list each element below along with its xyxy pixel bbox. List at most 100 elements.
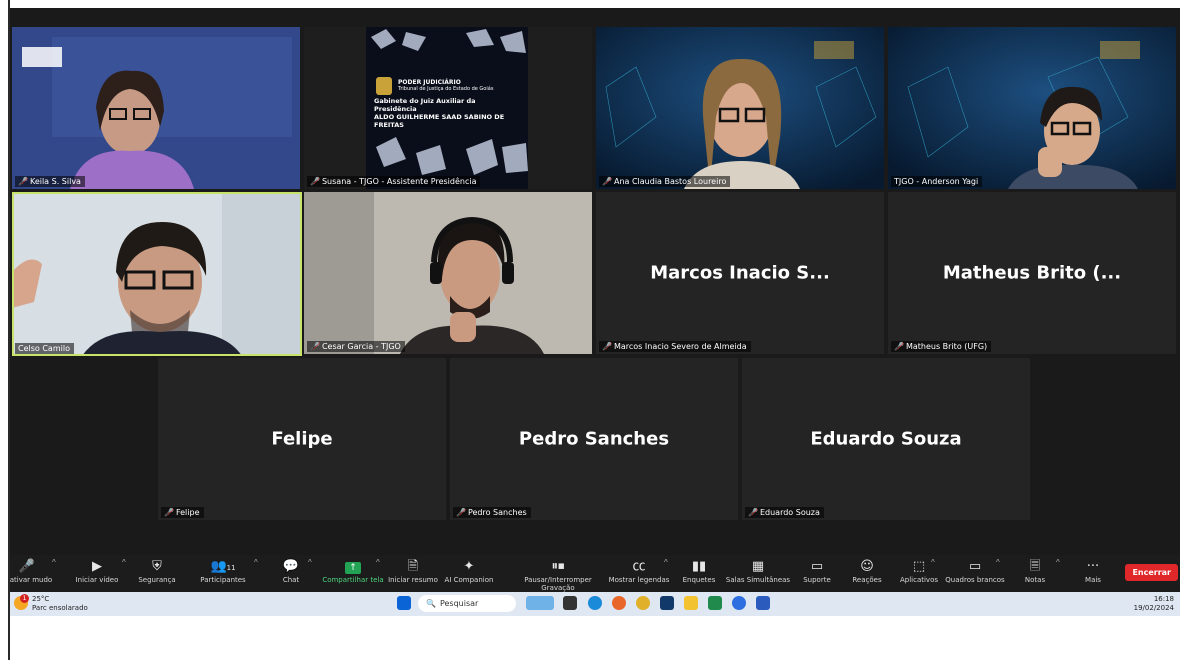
weather-desc: Parc ensolarado xyxy=(32,604,88,612)
windows-start-icon[interactable] xyxy=(397,596,411,610)
participant-video xyxy=(12,192,302,356)
more-button[interactable]: ··· Mais xyxy=(1058,558,1128,584)
chat-label: Chat xyxy=(282,576,300,584)
whiteboards-label: Quadros brancos xyxy=(945,576,1005,584)
participant-video xyxy=(596,27,884,189)
captions-label: Mostrar legendas xyxy=(608,576,670,584)
slide-office: Gabinete do Juiz Auxiliar da Presidência xyxy=(374,97,476,113)
chrome-icon[interactable] xyxy=(636,596,650,610)
video-label: Iniciar vídeo xyxy=(75,576,119,584)
reactions-label: Reações xyxy=(852,576,882,584)
tile-marcos[interactable]: Marcos Inacio S... 🎤̸ Marcos Inacio Sever… xyxy=(596,192,884,354)
participant-display-name: Marcos Inacio S... xyxy=(650,262,830,284)
clock-date: 19/02/2024 xyxy=(1133,604,1174,612)
search-icon: 🔍 xyxy=(426,599,436,608)
breakout-label: Salas Simultâneas xyxy=(725,576,791,584)
participants-label: Participantes xyxy=(200,576,246,584)
tile-pedro[interactable]: Pedro Sanches 🎤̸ Pedro Sanches xyxy=(450,358,738,520)
participant-name: Marcos Inacio Severo de Almeida xyxy=(613,342,747,351)
video-tile-celso[interactable]: Celso Camilo xyxy=(12,192,302,356)
file-explorer-icon[interactable] xyxy=(684,596,698,610)
chat-icon: 💬 xyxy=(282,559,300,574)
mic-muted-icon: 🎤̸ xyxy=(602,342,612,351)
shield-icon: ⛨ xyxy=(152,559,162,574)
chevron-up-icon[interactable]: ^ xyxy=(52,558,56,567)
mic-muted-icon: 🎤̸ xyxy=(748,508,758,517)
participant-name: TJGO - Anderson Yagi xyxy=(894,177,979,186)
end-meeting-button[interactable]: Encerrar xyxy=(1125,564,1178,581)
word-icon[interactable] xyxy=(756,596,770,610)
zoom-icon[interactable] xyxy=(732,596,746,610)
participant-name: Felipe xyxy=(175,508,200,517)
summary-label: Iniciar resumo xyxy=(388,576,438,584)
share-label: Compartilhar tela xyxy=(322,576,384,584)
pause-stop-icon: ⏸⏹ xyxy=(551,559,565,574)
participant-name-tag: Celso Camilo xyxy=(15,343,74,354)
participant-video xyxy=(888,27,1176,189)
apps-label: Aplicativos xyxy=(899,576,939,584)
mic-muted-icon: 🎤̸ xyxy=(894,342,904,351)
participant-name: Cesar Garcia - TJGO xyxy=(321,342,401,351)
participant-name-tag: 🎤̸ Matheus Brito (UFG) xyxy=(891,341,992,352)
zoom-meeting-window: 🎤̸ Keila S. Silva PODER JUDICIÁRIO Tribun… xyxy=(10,8,1180,616)
chevron-up-icon[interactable]: ^ xyxy=(931,558,935,567)
mic-muted-icon: 🎤̸ xyxy=(310,342,320,351)
slide-org: PODER JUDICIÁRIO xyxy=(398,79,461,86)
task-view-icon[interactable] xyxy=(563,596,577,610)
weather-widget[interactable]: 1 25°C Parc ensolarado xyxy=(14,594,88,613)
security-label: Segurança xyxy=(138,576,176,584)
mic-muted-icon: 🎤̸ xyxy=(164,508,174,517)
participant-name: Matheus Brito (UFG) xyxy=(905,342,988,351)
meeting-toolbar: 🎤esativar mudo ^ ▶Iniciar vídeo ^ ⛨Segur… xyxy=(10,555,1180,592)
participant-name-tag: 🎤̸ Pedro Sanches xyxy=(453,507,531,518)
taskbar-search[interactable]: 🔍 Pesquisar xyxy=(418,595,516,612)
participant-name-tag: 🎤̸ Ana Claudia Bastos Loureiro xyxy=(599,176,731,187)
record-button[interactable]: ⏸⏹ Pausar/Interromper Gravação xyxy=(508,558,608,592)
participant-name: Pedro Sanches xyxy=(467,508,527,517)
ai-companion-button[interactable]: ✦ AI Companion xyxy=(434,558,504,584)
windows-taskbar: 1 25°C Parc ensolarado 🔍 Pesquisar 16:18 19… xyxy=(10,592,1180,616)
excel-icon[interactable] xyxy=(708,596,722,610)
participants-count: 11 xyxy=(226,564,236,572)
participant-name: Eduardo Souza xyxy=(759,508,820,517)
slide-court: Tribunal de Justiça do Estado de Goiás xyxy=(398,86,494,92)
video-tile-ana[interactable]: 🎤̸ Ana Claudia Bastos Loureiro xyxy=(596,27,884,189)
app-icon[interactable] xyxy=(660,596,674,610)
tile-eduardo[interactable]: Eduardo Souza 🎤̸ Eduardo Souza xyxy=(742,358,1030,520)
ai-label: AI Companion xyxy=(444,576,494,584)
chat-button[interactable]: 💬 Chat xyxy=(256,558,326,584)
mic-muted-icon: 🎤̸ xyxy=(18,177,28,186)
video-tile-cesar[interactable]: 🎤̸ Cesar Garcia - TJGO xyxy=(304,192,592,354)
participant-name-tag: 🎤̸ Cesar Garcia - TJGO xyxy=(307,341,405,352)
participants-icon: 👥11 xyxy=(210,559,236,574)
security-button[interactable]: ⛨ Segurança xyxy=(122,558,192,584)
edge-icon[interactable] xyxy=(588,596,602,610)
sparkle-icon: ✦ xyxy=(463,559,475,574)
news-widget-icon[interactable] xyxy=(526,596,554,610)
more-dots-icon: ··· xyxy=(1086,559,1100,574)
participant-name: Susana - TJGO - Assistente Presidência xyxy=(321,177,477,186)
taskbar-clock[interactable]: 16:18 19/02/2024 xyxy=(1134,595,1174,613)
participant-name-tag: 🎤̸ Felipe xyxy=(161,507,204,518)
participant-name-tag: 🎤̸ Eduardo Souza xyxy=(745,507,824,518)
chevron-up-icon[interactable]: ^ xyxy=(308,558,312,567)
polls-label: Enquetes xyxy=(682,576,716,584)
shared-slide: PODER JUDICIÁRIO Tribunal de Justiça do … xyxy=(366,27,528,189)
participant-display-name: Matheus Brito (... xyxy=(942,262,1122,284)
video-tile-anderson[interactable]: TJGO - Anderson Yagi xyxy=(888,27,1176,189)
participant-display-name: Pedro Sanches xyxy=(518,428,670,450)
clock-time: 16:18 xyxy=(1153,595,1174,603)
mic-muted-icon: 🎤̸ xyxy=(310,177,320,186)
participant-display-name: Eduardo Souza xyxy=(810,428,962,450)
participants-button[interactable]: 👥11 Participantes xyxy=(188,558,258,584)
video-tile-susana[interactable]: PODER JUDICIÁRIO Tribunal de Justiça do … xyxy=(304,27,592,189)
participant-name: Ana Claudia Bastos Loureiro xyxy=(613,177,727,186)
participant-name-tag: 🎤̸ Susana - TJGO - Assistente Presidência xyxy=(307,176,481,187)
participant-name-tag: TJGO - Anderson Yagi xyxy=(891,176,983,187)
firefox-icon[interactable] xyxy=(612,596,626,610)
tile-matheus[interactable]: Matheus Brito (... 🎤̸ Matheus Brito (UFG) xyxy=(888,192,1176,354)
search-placeholder: Pesquisar xyxy=(439,599,479,608)
tile-felipe[interactable]: Felipe 🎤̸ Felipe xyxy=(158,358,446,520)
participant-video xyxy=(304,192,592,354)
video-tile-keila[interactable]: 🎤̸ Keila S. Silva xyxy=(12,27,300,189)
